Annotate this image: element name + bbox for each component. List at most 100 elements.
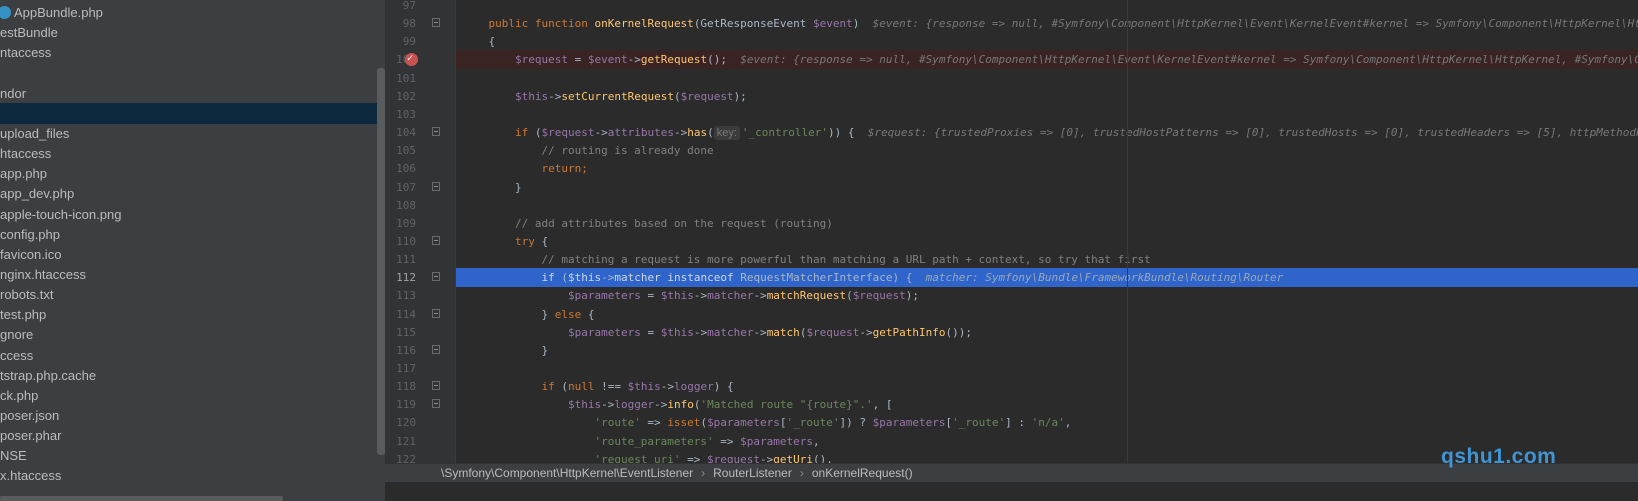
fold-marker-icon[interactable] — [432, 399, 440, 409]
gutter-line[interactable]: 98 — [385, 14, 455, 33]
tree-item[interactable]: ndor — [0, 83, 385, 104]
gutter-line[interactable]: 100 — [385, 49, 455, 69]
breadcrumb-namespace[interactable]: \Symfony\Component\HttpKernel\EventListe… — [441, 466, 693, 480]
gutter-line[interactable]: 108 — [385, 196, 455, 215]
fold-marker-icon[interactable] — [432, 344, 440, 354]
gutter-line[interactable]: 110 — [385, 232, 455, 251]
code-line[interactable]: $this->setCurrentRequest($request); — [456, 87, 1638, 106]
tree-item[interactable]: poser.phar — [0, 425, 385, 446]
gutter-line[interactable]: 119 — [385, 395, 455, 414]
current-execution-line[interactable]: if ($this->matcher instanceof RequestMat… — [456, 268, 1638, 288]
gutter-line[interactable]: 103 — [385, 105, 455, 124]
code-token: isset — [667, 416, 701, 430]
gutter-line[interactable]: 112 — [385, 268, 455, 287]
code-line[interactable]: $parameters = $this->matcher->match($req… — [456, 323, 1638, 342]
php-class-icon — [0, 6, 11, 20]
code-token: 'n/a' — [1031, 416, 1065, 430]
fold-marker-icon[interactable] — [432, 272, 440, 282]
tree-item[interactable]: ntaccess — [0, 42, 385, 63]
tree-item[interactable]: AppBundle.php — [0, 2, 385, 23]
code-line[interactable]: // add attributes based on the request (… — [456, 214, 1638, 233]
code-line[interactable]: $this->logger->info('Matched route "{rou… — [456, 395, 1638, 414]
breadcrumb-method[interactable]: onKernelRequest() — [812, 466, 913, 480]
tree-item[interactable]: favicon.ico — [0, 244, 385, 265]
fold-marker-icon[interactable] — [432, 18, 440, 28]
fold-marker-icon[interactable] — [432, 381, 440, 391]
gutter-line[interactable]: 111 — [385, 250, 455, 269]
gutter-line[interactable]: 117 — [385, 359, 455, 378]
project-tree-horizontal-scrollbar[interactable] — [0, 496, 283, 501]
code-line[interactable] — [456, 0, 1638, 15]
code-token: $parameters — [567, 325, 641, 339]
tree-item[interactable]: apple-touch-icon.png — [0, 204, 385, 225]
code-token: -> — [654, 398, 668, 412]
code-token: else — [554, 307, 582, 321]
gutter-line[interactable]: 106 — [385, 159, 455, 178]
code-line[interactable]: try { — [456, 232, 1638, 251]
tree-item[interactable]: x.htaccess — [0, 465, 385, 486]
breakpoint-line[interactable]: $request = $event->getRequest(); $event:… — [456, 50, 1638, 70]
code-line[interactable]: } — [456, 178, 1638, 197]
code-token: $parameters — [740, 434, 814, 448]
code-line[interactable]: } — [456, 341, 1638, 360]
code-line[interactable]: } else { — [456, 305, 1638, 324]
gutter-line[interactable]: 105 — [385, 141, 455, 160]
gutter-line[interactable]: 113 — [385, 286, 455, 305]
fold-marker-icon[interactable] — [432, 235, 440, 245]
code-line[interactable] — [456, 359, 1638, 378]
tree-item[interactable]: poser.json — [0, 405, 385, 426]
code-line[interactable] — [456, 196, 1638, 215]
code-line[interactable]: // matching a request is more powerful t… — [456, 250, 1638, 269]
fold-marker-icon[interactable] — [432, 127, 440, 137]
tree-item[interactable]: upload_files — [0, 123, 385, 144]
gutter-line[interactable]: 109 — [385, 214, 455, 233]
gutter-line[interactable]: 102 — [385, 87, 455, 106]
project-tree-scrollbar[interactable] — [377, 68, 385, 455]
tree-item[interactable]: robots.txt — [0, 284, 385, 305]
code-line[interactable]: if (null !== $this->logger) { — [456, 377, 1638, 396]
code-line[interactable]: return; — [456, 159, 1638, 178]
editor-horizontal-scroll-area[interactable] — [456, 483, 1638, 501]
code-token: 'Matched route "{route}".' — [700, 398, 873, 412]
tree-item[interactable]: NSE — [0, 445, 385, 466]
gutter-line[interactable]: 121 — [385, 432, 455, 451]
breadcrumb-class[interactable]: RouterListener — [713, 466, 792, 480]
tree-item[interactable]: config.php — [0, 224, 385, 245]
code-line[interactable]: { — [456, 32, 1638, 51]
code-line[interactable]: if ($request->attributes->has(key: '_cont… — [456, 123, 1638, 142]
tree-item[interactable]: htaccess — [0, 143, 385, 164]
tree-item[interactable]: tstrap.php.cache — [0, 365, 385, 386]
tree-item[interactable]: ck.php — [0, 385, 385, 406]
code-line[interactable]: $parameters = $this->matcher->matchReque… — [456, 286, 1638, 305]
code-line[interactable]: public function onKernelRequest(GetRespo… — [456, 14, 1638, 33]
tree-item-label: test.php — [0, 307, 47, 323]
tree-item[interactable]: app_dev.php — [0, 183, 385, 204]
code-comment: // routing is already done — [462, 144, 714, 158]
gutter-line[interactable]: 114 — [385, 305, 455, 324]
code-line[interactable] — [456, 105, 1638, 124]
code-line[interactable]: // routing is already done — [456, 141, 1638, 160]
gutter-line[interactable]: 101 — [385, 69, 455, 88]
tree-item[interactable]: ccess — [0, 345, 385, 366]
gutter-line[interactable]: 97 — [385, 0, 455, 15]
gutter-line[interactable]: 104 — [385, 123, 455, 142]
tree-item[interactable]: nginx.htaccess — [0, 264, 385, 285]
code-line[interactable] — [456, 69, 1638, 88]
tree-item[interactable]: app.php — [0, 163, 385, 184]
gutter-line[interactable]: 99 — [385, 32, 455, 51]
gutter-line[interactable]: 116 — [385, 341, 455, 360]
gutter-line[interactable]: 120 — [385, 413, 455, 432]
line-number: 117 — [396, 362, 416, 375]
gutter-line[interactable]: 107 — [385, 178, 455, 197]
gutter-line[interactable]: 115 — [385, 323, 455, 342]
breakpoint-icon[interactable] — [405, 49, 418, 68]
fold-marker-icon[interactable] — [432, 181, 440, 191]
tree-item[interactable]: estBundle — [0, 22, 385, 43]
tree-item[interactable] — [0, 62, 385, 83]
code-line[interactable]: 'route' => isset($parameters['_route']) … — [456, 413, 1638, 432]
gutter-line[interactable]: 118 — [385, 377, 455, 396]
tree-item[interactable] — [0, 102, 385, 124]
fold-marker-icon[interactable] — [432, 308, 440, 318]
tree-item[interactable]: test.php — [0, 304, 385, 325]
tree-item[interactable]: gnore — [0, 324, 385, 345]
